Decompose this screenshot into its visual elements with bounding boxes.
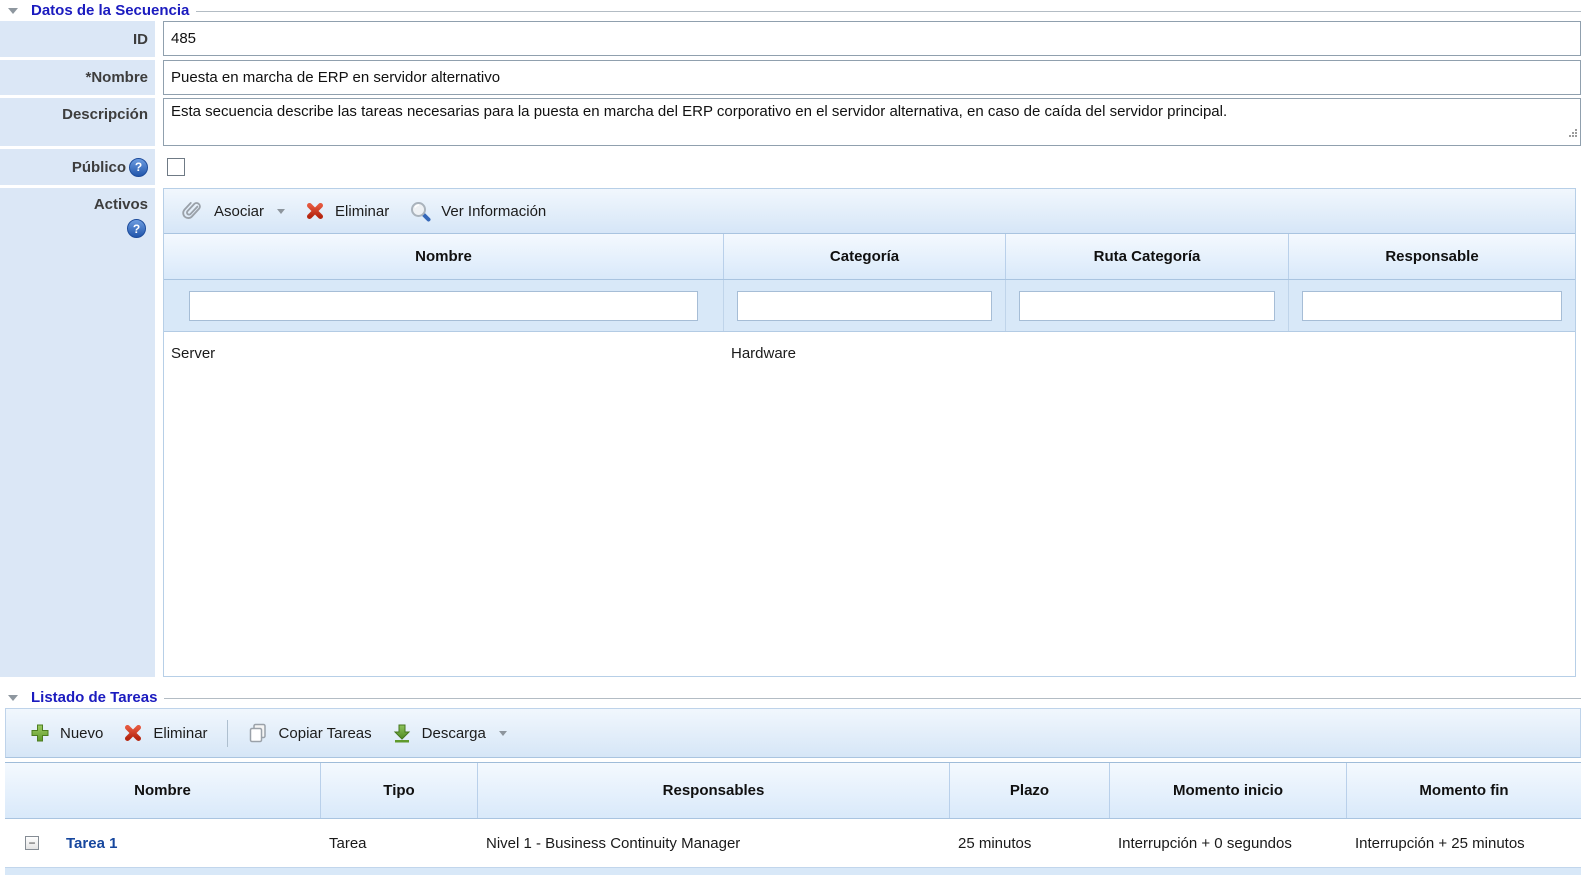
copiar-tareas-button[interactable]: Copiar Tareas: [237, 717, 382, 749]
task-responsables-cell: Nivel 1 - Business Continuity Manager: [478, 819, 950, 867]
sequence-editor-page: Datos de la Secuencia ID *Nombre Descrip…: [0, 0, 1581, 876]
filter-responsable-input[interactable]: [1302, 291, 1562, 321]
download-icon: [392, 723, 412, 743]
delete-x-icon: [123, 723, 143, 743]
activos-table-row[interactable]: Server Hardware: [164, 332, 1575, 374]
tasks-eliminar-button[interactable]: Eliminar: [113, 718, 217, 748]
next-row-cutoff: [5, 867, 1581, 875]
tasks-eliminar-label: Eliminar: [153, 725, 207, 742]
activos-table-empty-area: [164, 374, 1575, 676]
activos-col-responsable[interactable]: Responsable: [1289, 234, 1575, 279]
tasks-collapse-arrow-icon[interactable]: [8, 695, 18, 701]
activos-col-ruta-categoria[interactable]: Ruta Categoría: [1006, 234, 1289, 279]
nuevo-button[interactable]: Nuevo: [20, 718, 113, 748]
descripcion-row: Descripción Esta secuencia describe las …: [0, 98, 1581, 146]
asociar-button[interactable]: Asociar: [172, 195, 295, 227]
publico-help-icon[interactable]: ?: [129, 158, 148, 177]
delete-x-icon: [305, 201, 325, 221]
activos-eliminar-label: Eliminar: [335, 203, 389, 220]
activo-nombre-cell: Server: [164, 332, 724, 374]
publico-row: Público ?: [0, 149, 1581, 185]
tasks-col-nombre[interactable]: Nombre: [5, 763, 321, 818]
filter-ruta-categoria-input[interactable]: [1019, 291, 1276, 321]
task-name-link[interactable]: Tarea 1: [66, 835, 117, 852]
task-momento-fin-cell: Interrupción + 25 minutos: [1347, 819, 1581, 867]
descripcion-textarea[interactable]: Esta secuencia describe las tareas neces…: [163, 98, 1581, 146]
tasks-table-row[interactable]: − Tarea 1 Tarea Nivel 1 - Business Conti…: [5, 819, 1581, 867]
filter-categoria-input[interactable]: [737, 291, 993, 321]
publico-label: Público: [72, 159, 126, 176]
id-input[interactable]: [163, 21, 1581, 56]
nuevo-label: Nuevo: [60, 725, 103, 742]
tasks-table-header: Nombre Tipo Responsables Plazo Momento i…: [5, 762, 1581, 819]
ver-informacion-button[interactable]: Ver Información: [399, 195, 556, 227]
activos-col-categoria[interactable]: Categoría: [724, 234, 1006, 279]
descripcion-label: Descripción: [0, 98, 155, 146]
tasks-legend-line: [164, 698, 1581, 699]
activos-eliminar-button[interactable]: Eliminar: [295, 196, 399, 226]
sequence-section-title: Datos de la Secuencia: [31, 2, 189, 19]
nombre-row: *Nombre: [0, 60, 1581, 95]
tasks-col-responsables[interactable]: Responsables: [478, 763, 950, 818]
nombre-label: *Nombre: [0, 60, 155, 95]
activos-label: Activos: [94, 196, 148, 213]
add-plus-icon: [30, 723, 50, 743]
sequence-section-header: Datos de la Secuencia: [0, 0, 1581, 21]
activos-panel: Asociar Eliminar Ver Información: [163, 188, 1576, 677]
activos-help-icon[interactable]: ?: [127, 219, 146, 238]
activo-responsable-cell: [1289, 332, 1575, 374]
collapse-arrow-icon[interactable]: [8, 8, 18, 14]
tasks-col-momento-fin[interactable]: Momento fin: [1347, 763, 1581, 818]
filter-nombre-input[interactable]: [189, 291, 698, 321]
descarga-dropdown-arrow-icon[interactable]: [499, 731, 507, 736]
collapse-minus-icon[interactable]: −: [25, 836, 39, 850]
descarga-label: Descarga: [422, 725, 486, 742]
task-tipo-cell: Tarea: [321, 819, 478, 867]
activos-table-header: Nombre Categoría Ruta Categoría Responsa…: [164, 234, 1575, 280]
activos-toolbar: Asociar Eliminar Ver Información: [164, 189, 1575, 234]
activo-categoria-cell: Hardware: [724, 332, 1006, 374]
copiar-tareas-label: Copiar Tareas: [279, 725, 372, 742]
asociar-dropdown-arrow-icon[interactable]: [277, 209, 285, 214]
magnifier-icon: [409, 200, 431, 222]
task-momento-inicio-cell: Interrupción + 0 segundos: [1110, 819, 1347, 867]
activos-filter-row: [164, 280, 1575, 332]
activo-ruta-categoria-cell: [1006, 332, 1289, 374]
tasks-col-tipo[interactable]: Tipo: [321, 763, 478, 818]
tasks-section-header: Listado de Tareas: [0, 687, 1581, 708]
id-row: ID: [0, 21, 1581, 57]
id-label: ID: [0, 21, 155, 57]
task-plazo-cell: 25 minutos: [950, 819, 1110, 867]
copy-pages-icon: [247, 722, 269, 744]
descarga-button[interactable]: Descarga: [382, 718, 517, 748]
legend-line: [196, 11, 1581, 12]
ver-informacion-label: Ver Información: [441, 203, 546, 220]
tasks-col-momento-inicio[interactable]: Momento inicio: [1110, 763, 1347, 818]
toolbar-separator: [227, 720, 228, 747]
activos-row: Activos ? Asociar: [0, 188, 1581, 677]
tasks-col-plazo[interactable]: Plazo: [950, 763, 1110, 818]
publico-checkbox[interactable]: [167, 158, 185, 176]
asociar-label: Asociar: [214, 203, 264, 220]
paperclip-icon: [182, 200, 204, 222]
tasks-section-title: Listado de Tareas: [31, 689, 157, 706]
activos-col-nombre[interactable]: Nombre: [164, 234, 724, 279]
tasks-toolbar: Nuevo Eliminar Copiar Tareas Descarga: [5, 708, 1581, 758]
nombre-input[interactable]: [163, 60, 1581, 95]
